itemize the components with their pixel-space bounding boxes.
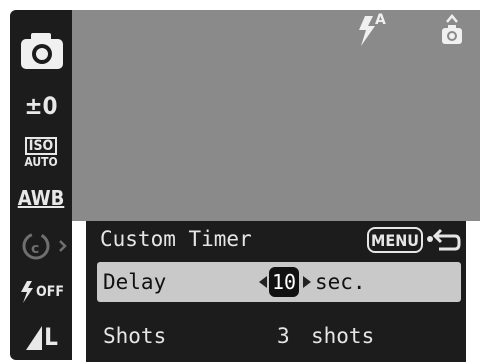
shots-value: 3 (277, 324, 290, 348)
iso-icon[interactable]: ISO AUTO (18, 132, 64, 174)
flash-off-label: OFF (36, 284, 64, 300)
exposure-label: ±0 (24, 92, 58, 120)
camera-screen: A ±0 ISO AUTO AWB c OFF L Custom Timer M… (0, 0, 480, 362)
top-border (72, 0, 480, 10)
increase-arrow-icon[interactable] (303, 276, 311, 288)
white-balance-icon[interactable]: AWB (17, 180, 65, 216)
svg-text:c: c (31, 241, 39, 257)
decrease-arrow-icon[interactable] (259, 276, 267, 288)
menu-button[interactable]: MENU (367, 227, 423, 253)
return-arrow-icon[interactable] (425, 226, 461, 254)
camera-mode-icon (440, 14, 464, 48)
shots-row[interactable]: Shots 3 shots (97, 316, 461, 358)
delay-value[interactable]: 10 (269, 267, 299, 297)
self-timer-custom-icon[interactable]: c (16, 226, 72, 266)
iso-label: ISO (24, 137, 58, 155)
image-size-icon[interactable]: L (18, 318, 64, 356)
flash-auto-icon: A (355, 12, 391, 48)
delay-unit: sec. (315, 270, 366, 294)
menu-title: Custom Timer (100, 227, 252, 251)
white-balance-label: AWB (17, 186, 65, 210)
exposure-compensation-icon[interactable]: ±0 (18, 88, 64, 124)
flash-off-icon[interactable]: OFF (18, 276, 64, 308)
image-size-label: L (44, 323, 58, 351)
shots-label: Shots (103, 324, 167, 348)
delay-label: Delay (103, 270, 167, 294)
camera-icon[interactable] (14, 26, 70, 76)
iso-sub-label: AUTO (24, 155, 58, 169)
menu-button-label: MENU (371, 230, 419, 250)
live-view-area (72, 0, 480, 221)
delay-row[interactable]: Delay 10 sec. (97, 262, 461, 302)
shots-unit: shots (311, 324, 375, 348)
